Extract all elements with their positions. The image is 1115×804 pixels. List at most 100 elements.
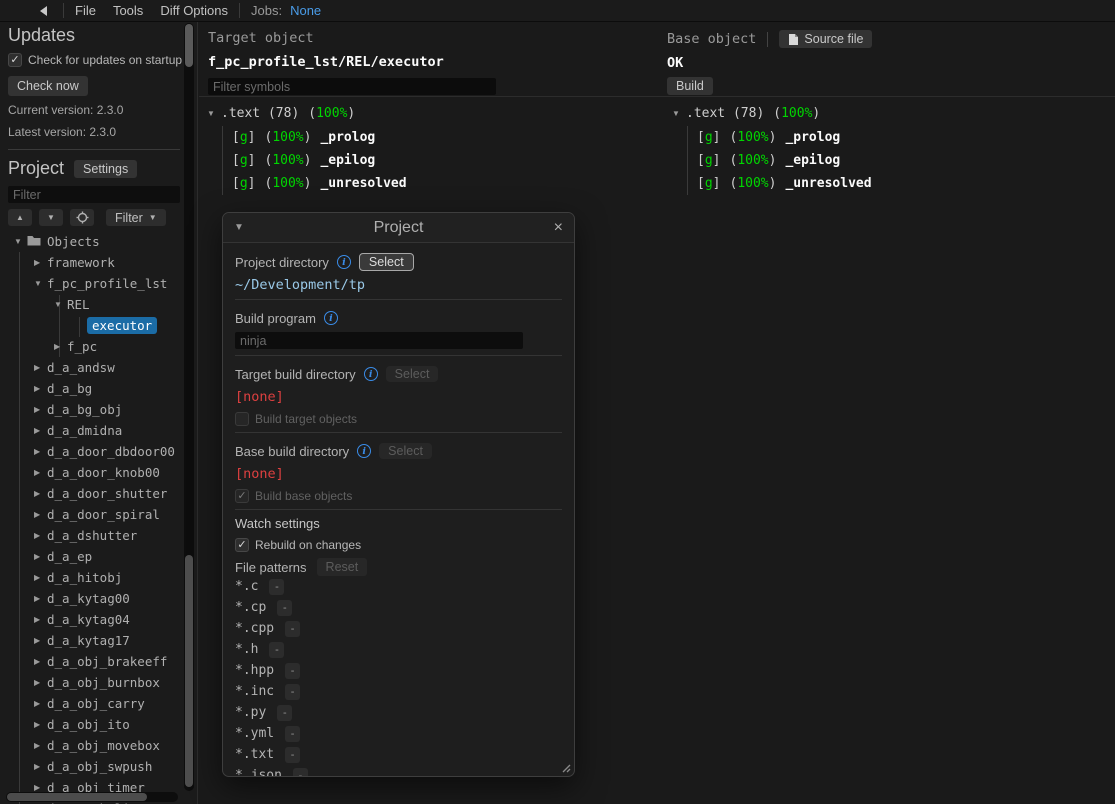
chevron-right-icon[interactable]: ▶ [54,342,67,351]
remove-pattern-button[interactable]: - [285,684,300,700]
chevron-down-icon[interactable]: ▼ [34,279,47,288]
chevron-right-icon[interactable]: ▶ [34,720,47,729]
remove-pattern-button[interactable]: - [269,642,284,658]
tree-item-d_a_hitobj[interactable]: ▶d_a_hitobj [8,567,189,588]
checkbox-icon[interactable]: ✓ [235,538,249,552]
chevron-right-icon[interactable]: ▶ [34,594,47,603]
info-icon[interactable]: i [324,311,338,325]
chevron-down-icon[interactable]: ▼ [14,237,27,246]
tree-item-d_a_obj_carry[interactable]: ▶d_a_obj_carry [8,693,189,714]
tree-item-d_a_obj_brakeeff[interactable]: ▶d_a_obj_brakeeff [8,651,189,672]
tree-item-d_a_door_knob00[interactable]: ▶d_a_door_knob00 [8,462,189,483]
jobs-none-link[interactable]: None [290,3,321,18]
chevron-right-icon[interactable]: ▶ [34,573,47,582]
tree-item-d_a_obj_burnbox[interactable]: ▶d_a_obj_burnbox [8,672,189,693]
chevron-right-icon[interactable]: ▶ [34,531,47,540]
chevron-down-icon[interactable]: ▼ [207,109,221,118]
chevron-right-icon[interactable]: ▶ [34,258,47,267]
tree-item-d_a_obj_movebox[interactable]: ▶d_a_obj_movebox [8,735,189,756]
remove-pattern-button[interactable]: - [285,663,300,679]
remove-pattern-button[interactable]: - [277,705,292,721]
symbol-row-_unresolved[interactable]: [g](100%)_unresolved [232,172,407,195]
tree-item-framework[interactable]: ▶framework [8,252,189,273]
chevron-right-icon[interactable]: ▶ [34,489,47,498]
tree-item-d_a_kytag04[interactable]: ▶d_a_kytag04 [8,609,189,630]
chevron-down-icon[interactable]: ▼ [54,300,67,309]
chevron-right-icon[interactable]: ▶ [34,657,47,666]
chevron-right-icon[interactable]: ▶ [34,447,47,456]
chevron-down-icon[interactable]: ▼ [672,109,686,118]
tree-item-d_a_door_dbdoor00[interactable]: ▶d_a_door_dbdoor00 [8,441,189,462]
base-build-directory-select-button[interactable]: Select [379,443,432,459]
checkbox-icon[interactable]: ✓ [8,53,22,67]
back-button[interactable] [34,3,52,19]
tree-item-d_a_bg[interactable]: ▶d_a_bg [8,378,189,399]
chevron-right-icon[interactable]: ▶ [34,405,47,414]
menu-item-diff-options[interactable]: Diff Options [160,3,228,18]
source-file-button[interactable]: Source file [779,30,872,48]
tree-item-d_a_bg_obj[interactable]: ▶d_a_bg_obj [8,399,189,420]
chevron-right-icon[interactable]: ▶ [34,762,47,771]
chevron-right-icon[interactable]: ▶ [34,636,47,645]
collapse-all-button[interactable]: ▲ [8,209,32,226]
section-row[interactable]: ▼.text (78)(100%) [207,102,407,124]
checkbox-icon[interactable] [235,412,249,426]
tree-item-d_a_kytag17[interactable]: ▶d_a_kytag17 [8,630,189,651]
chevron-right-icon[interactable]: ▶ [34,783,47,792]
filter-symbols-input[interactable] [208,78,496,95]
build-target-objects-checkbox-row[interactable]: Build target objects [235,412,562,426]
chevron-right-icon[interactable]: ▶ [34,384,47,393]
build-button[interactable]: Build [667,77,713,95]
checkbox-icon[interactable]: ✓ [235,489,249,503]
tree-item-d_a_dmidna[interactable]: ▶d_a_dmidna [8,420,189,441]
chevron-right-icon[interactable]: ▶ [34,678,47,687]
chevron-right-icon[interactable]: ▶ [34,426,47,435]
tree-item-d_a_obj_swpush[interactable]: ▶d_a_obj_swpush [8,756,189,777]
info-icon[interactable]: i [357,444,371,458]
remove-pattern-button[interactable]: - [285,747,300,763]
chevron-right-icon[interactable]: ▶ [34,615,47,624]
target-build-directory-select-button[interactable]: Select [386,366,439,382]
rebuild-on-changes-checkbox-row[interactable]: ✓ Rebuild on changes [235,538,562,552]
chevron-right-icon[interactable]: ▶ [34,363,47,372]
tree-item-d_a_obj_ito[interactable]: ▶d_a_obj_ito [8,714,189,735]
tree-item-f_pc_profile_lst[interactable]: ▼f_pc_profile_lst [8,273,189,294]
sidebar-hscrollbar-track[interactable] [6,792,178,802]
check-now-button[interactable]: Check now [8,76,88,96]
section-row[interactable]: ▼.text (78)(100%) [672,102,872,124]
chevron-right-icon[interactable]: ▶ [34,699,47,708]
menu-item-tools[interactable]: Tools [113,3,143,18]
tree-item-d_a_door_shutter[interactable]: ▶d_a_door_shutter [8,483,189,504]
build-program-input[interactable] [235,332,523,349]
build-base-objects-checkbox-row[interactable]: ✓ Build base objects [235,489,562,503]
reset-button[interactable]: Reset [317,558,368,576]
remove-pattern-button[interactable]: - [293,768,308,778]
sidebar-vscrollbar-thumb[interactable] [185,24,193,67]
tree-item-d_a_andsw[interactable]: ▶d_a_andsw [8,357,189,378]
tree-item-d_a_dshutter[interactable]: ▶d_a_dshutter [8,525,189,546]
remove-pattern-button[interactable]: - [285,621,300,637]
info-icon[interactable]: i [337,255,351,269]
tree-item-d_a_ep[interactable]: ▶d_a_ep [8,546,189,567]
tree-item-f_pc[interactable]: ▶f_pc [8,336,189,357]
symbol-row-_unresolved[interactable]: [g](100%)_unresolved [697,172,872,195]
close-icon[interactable]: × [543,219,563,237]
project-filter-input[interactable] [8,186,180,203]
locate-current-button[interactable] [70,209,94,226]
symbol-row-_prolog[interactable]: [g](100%)_prolog [232,126,407,149]
symbol-row-_epilog[interactable]: [g](100%)_epilog [232,149,407,172]
remove-pattern-button[interactable]: - [277,600,292,616]
symbol-row-_epilog[interactable]: [g](100%)_epilog [697,149,872,172]
settings-button[interactable]: Settings [74,160,137,178]
sidebar-hscrollbar-thumb[interactable] [7,793,147,801]
project-directory-select-button[interactable]: Select [359,253,414,271]
expand-all-button[interactable]: ▼ [39,209,63,226]
remove-pattern-button[interactable]: - [285,726,300,742]
info-icon[interactable]: i [364,367,378,381]
tree-item-d_a_kytag00[interactable]: ▶d_a_kytag00 [8,588,189,609]
menu-item-file[interactable]: File [75,3,96,18]
tree-item-executor[interactable]: executor [8,315,189,336]
chevron-right-icon[interactable]: ▶ [34,741,47,750]
collapse-icon[interactable]: ▼ [234,222,254,233]
chevron-right-icon[interactable]: ▶ [34,468,47,477]
